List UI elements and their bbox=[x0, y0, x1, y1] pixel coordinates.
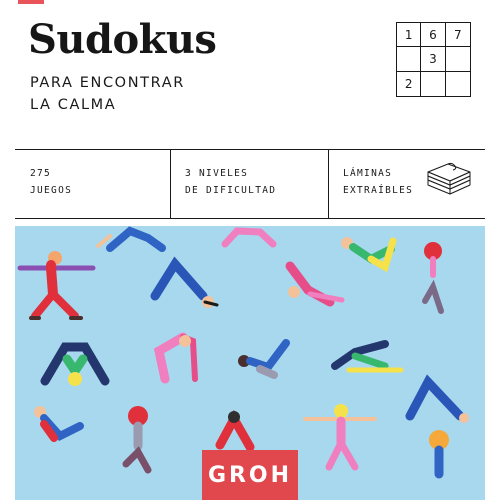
info-band-top-rule bbox=[15, 149, 485, 150]
feature-sheets-line-2: EXTRAÍBLES bbox=[343, 185, 414, 196]
subtitle-line-1: PARA ENCONTRAR bbox=[30, 75, 185, 91]
book-subtitle: PARA ENCONTRAR LA CALMA bbox=[30, 72, 185, 116]
feature-removable-sheets: LÁMINAS EXTRAÍBLES bbox=[343, 165, 413, 199]
feature-levels-line-2: DE DIFICULTAD bbox=[185, 185, 277, 196]
feature-games-label: JUEGOS bbox=[30, 185, 73, 196]
grid-cell: 3 bbox=[421, 47, 446, 72]
yoga-figure bbox=[17, 251, 96, 320]
top-accent-bar bbox=[18, 0, 44, 4]
grid-cell: 6 bbox=[421, 23, 446, 48]
info-divider bbox=[170, 149, 171, 218]
grid-cell bbox=[446, 72, 470, 96]
yoga-figure bbox=[422, 242, 444, 314]
yoga-figure bbox=[221, 227, 277, 248]
grid-cell bbox=[421, 71, 446, 96]
yoga-figure bbox=[153, 332, 198, 384]
yoga-figure bbox=[429, 430, 449, 479]
notepad-stack-icon bbox=[427, 162, 471, 195]
yoga-figure bbox=[331, 340, 404, 373]
publisher-logo: GROH bbox=[202, 450, 298, 500]
yoga-figure bbox=[150, 256, 219, 308]
yoga-figure bbox=[285, 261, 345, 307]
grid-cell bbox=[397, 47, 422, 72]
info-divider bbox=[328, 149, 329, 218]
yoga-figure bbox=[341, 237, 397, 273]
grid-cell: 7 bbox=[445, 23, 470, 48]
yoga-figure bbox=[40, 342, 110, 386]
subtitle-line-2: LA CALMA bbox=[30, 97, 117, 113]
yoga-figure bbox=[215, 409, 255, 452]
yoga-figure bbox=[238, 339, 290, 379]
yoga-figure bbox=[96, 226, 166, 252]
yoga-figure bbox=[122, 406, 152, 474]
feature-levels-line-1: 3 NIVELES bbox=[185, 168, 249, 179]
yoga-figure bbox=[405, 374, 469, 423]
book-title: Sudokus bbox=[28, 16, 217, 63]
yoga-figure bbox=[34, 406, 84, 442]
grid-cell: 1 bbox=[397, 23, 422, 48]
grid-cell bbox=[445, 47, 470, 72]
yoga-figure bbox=[303, 404, 377, 471]
feature-games-count: 275 JUEGOS bbox=[30, 165, 72, 199]
feature-games-number: 275 bbox=[30, 168, 52, 179]
info-band-bottom-rule bbox=[15, 218, 485, 219]
feature-difficulty-levels: 3 NIVELES DE DIFICULTAD bbox=[185, 165, 276, 199]
sudoku-grid-graphic: 1 6 7 3 2 bbox=[396, 22, 471, 97]
feature-sheets-line-1: LÁMINAS bbox=[343, 168, 393, 179]
grid-cell: 2 bbox=[397, 71, 422, 96]
